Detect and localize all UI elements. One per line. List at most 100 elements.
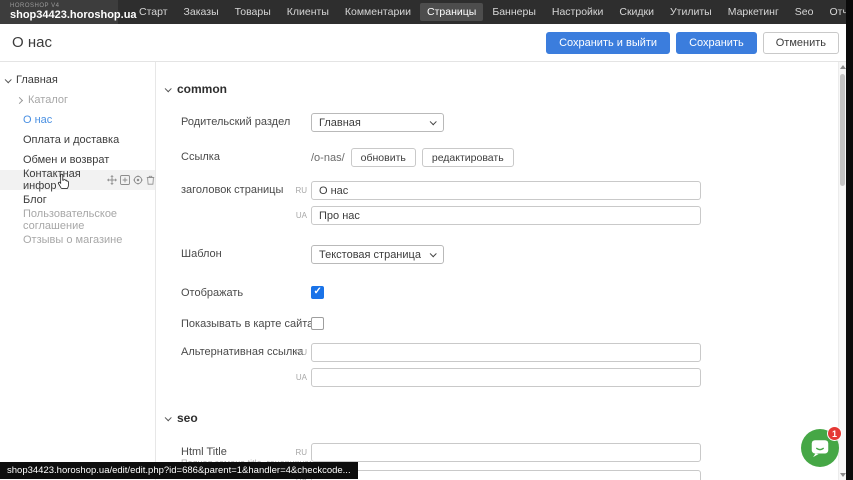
pages-tree-sidebar: Главная Каталог О нас Оплата и доставка … — [0, 62, 156, 480]
page-title-ua-input[interactable] — [311, 206, 701, 225]
menu-marketing[interactable]: Маркетинг — [721, 3, 786, 21]
field-label: Показывать в карте сайта — [181, 318, 313, 330]
lang-ru-badge: RU — [291, 348, 307, 357]
sidebar-item-label: Обмен и возврат — [23, 154, 109, 166]
sidebar-item-label: Главная — [16, 74, 58, 86]
section-title: seo — [177, 411, 198, 425]
edit-form: common Родительский раздел Главная Ссылк… — [157, 62, 838, 480]
save-button[interactable]: Сохранить — [676, 32, 757, 54]
menu-pages[interactable]: Страницы — [420, 3, 483, 21]
sidebar-item-payment-delivery[interactable]: Оплата и доставка — [0, 130, 155, 150]
field-label: заголовок страницы — [181, 184, 283, 196]
field-link: Ссылка /o-nas/ обновить редактировать — [157, 148, 838, 168]
field-parent-section: Родительский раздел Главная — [157, 113, 838, 133]
lang-ru-badge: RU — [291, 448, 307, 457]
chevron-down-icon — [430, 250, 437, 257]
field-html-title-ru: Html Title Полная замена title, генериру… — [157, 443, 838, 463]
topbar: HOROSHOP V4 shop34423.horoshop.ua Старт … — [0, 0, 853, 24]
sidebar-item-user-agreement[interactable]: Пользовательское соглашение — [0, 210, 155, 230]
main-menu: Старт Заказы Товары Клиенты Комментарии … — [132, 3, 853, 21]
field-page-title-ru: заголовок страницы RU — [157, 181, 838, 201]
html-title-ru-input[interactable] — [311, 443, 701, 462]
parent-section-select[interactable]: Главная — [311, 113, 444, 132]
lang-ru-badge: RU — [291, 186, 307, 195]
app-window: HOROSHOP V4 shop34423.horoshop.ua Старт … — [0, 0, 853, 480]
sidebar-item-exchange-return[interactable]: Обмен и возврат — [0, 150, 155, 170]
menu-seo[interactable]: Seo — [788, 3, 821, 21]
sidebar-item-label: Пользовательское соглашение — [23, 208, 155, 232]
page-title-ru-input[interactable] — [311, 181, 701, 200]
chevron-down-icon — [165, 85, 172, 92]
sidebar-item-label: О нас — [23, 114, 52, 126]
menu-discounts[interactable]: Скидки — [612, 3, 661, 21]
sidebar-item-blog[interactable]: Блог — [0, 190, 155, 210]
section-title: common — [177, 82, 227, 96]
sidebar-item-label: Блог — [23, 194, 47, 206]
html-title-ua-input[interactable] — [311, 470, 701, 480]
field-template: Шаблон Текстовая страница — [157, 245, 838, 265]
menu-products[interactable]: Товары — [228, 3, 278, 21]
field-label: Ссылка — [181, 151, 220, 163]
menu-utilities[interactable]: Утилиты — [663, 3, 719, 21]
chevron-down-icon[interactable] — [5, 76, 12, 83]
page-title: О нас — [12, 34, 52, 51]
tree-item-actions — [107, 175, 155, 185]
sitemap-checkbox[interactable] — [311, 317, 324, 330]
vertical-scrollbar[interactable] — [838, 62, 846, 480]
add-icon[interactable] — [120, 175, 130, 185]
status-url-tooltip: shop34423.horoshop.ua/edit/edit.php?id=6… — [0, 462, 358, 479]
drag-move-icon[interactable] — [107, 175, 117, 185]
sidebar-item-label: Контактная инфор — [23, 168, 102, 192]
field-alt-link-ua: UA — [157, 368, 838, 388]
field-label: Родительский раздел — [181, 116, 290, 128]
display-checkbox[interactable] — [311, 286, 324, 299]
logo-domain: shop34423.horoshop.ua — [10, 10, 108, 21]
field-label: Альтернативная ссылка — [181, 346, 303, 358]
field-label: Шаблон — [181, 248, 222, 260]
cancel-button[interactable]: Отменить — [763, 32, 839, 54]
link-path: /o-nas/ — [311, 152, 345, 164]
select-value: Главная — [319, 117, 361, 129]
alt-link-ru-input[interactable] — [311, 343, 701, 362]
sidebar-item-home[interactable]: Главная — [0, 70, 155, 90]
chat-bubble-icon — [809, 437, 831, 459]
field-label: Html Title — [181, 446, 227, 458]
menu-banners[interactable]: Баннеры — [485, 3, 543, 21]
menu-settings[interactable]: Настройки — [545, 3, 611, 21]
menu-comments[interactable]: Комментарии — [338, 3, 418, 21]
header-actions: Сохранить и выйти Сохранить Отменить — [546, 32, 839, 54]
chevron-down-icon — [430, 118, 437, 125]
field-display: Отображать — [157, 284, 838, 304]
chat-unread-badge: 1 — [827, 426, 842, 441]
settings-gear-icon[interactable] — [133, 175, 143, 185]
lang-ua-badge: UA — [291, 211, 307, 220]
sidebar-item-about[interactable]: О нас — [0, 110, 155, 130]
page-header: О нас Сохранить и выйти Сохранить Отмени… — [0, 24, 853, 62]
chevron-down-icon — [165, 414, 172, 421]
menu-clients[interactable]: Клиенты — [280, 3, 336, 21]
field-page-title-ua: UA — [157, 206, 838, 226]
edit-link-button[interactable]: редактировать — [422, 148, 514, 167]
select-value: Текстовая страница — [319, 249, 421, 261]
template-select[interactable]: Текстовая страница — [311, 245, 444, 264]
logo[interactable]: HOROSHOP V4 shop34423.horoshop.ua — [0, 0, 118, 24]
alt-link-ua-input[interactable] — [311, 368, 701, 387]
scrollbar-thumb[interactable] — [840, 74, 845, 186]
field-label: Отображать — [181, 287, 243, 299]
sidebar-item-contact-info[interactable]: Контактная инфор — [0, 170, 155, 190]
save-and-exit-button[interactable]: Сохранить и выйти — [546, 32, 670, 54]
chevron-right-icon[interactable] — [16, 96, 23, 103]
refresh-link-button[interactable]: обновить — [351, 148, 416, 167]
sidebar-item-label: Каталог — [28, 94, 68, 106]
delete-trash-icon[interactable] — [146, 175, 155, 185]
sidebar-item-catalog[interactable]: Каталог — [0, 90, 155, 110]
section-common-header[interactable]: common — [165, 82, 227, 96]
sidebar-item-store-reviews[interactable]: Отзывы о магазине — [0, 230, 155, 250]
chat-widget-button[interactable]: 1 — [801, 429, 839, 467]
menu-orders[interactable]: Заказы — [177, 3, 226, 21]
section-seo-header[interactable]: seo — [165, 411, 198, 425]
sidebar-item-label: Отзывы о магазине — [23, 234, 122, 246]
sidebar-item-label: Оплата и доставка — [23, 134, 119, 146]
menu-start[interactable]: Старт — [132, 3, 175, 21]
field-sitemap: Показывать в карте сайта — [157, 315, 838, 335]
